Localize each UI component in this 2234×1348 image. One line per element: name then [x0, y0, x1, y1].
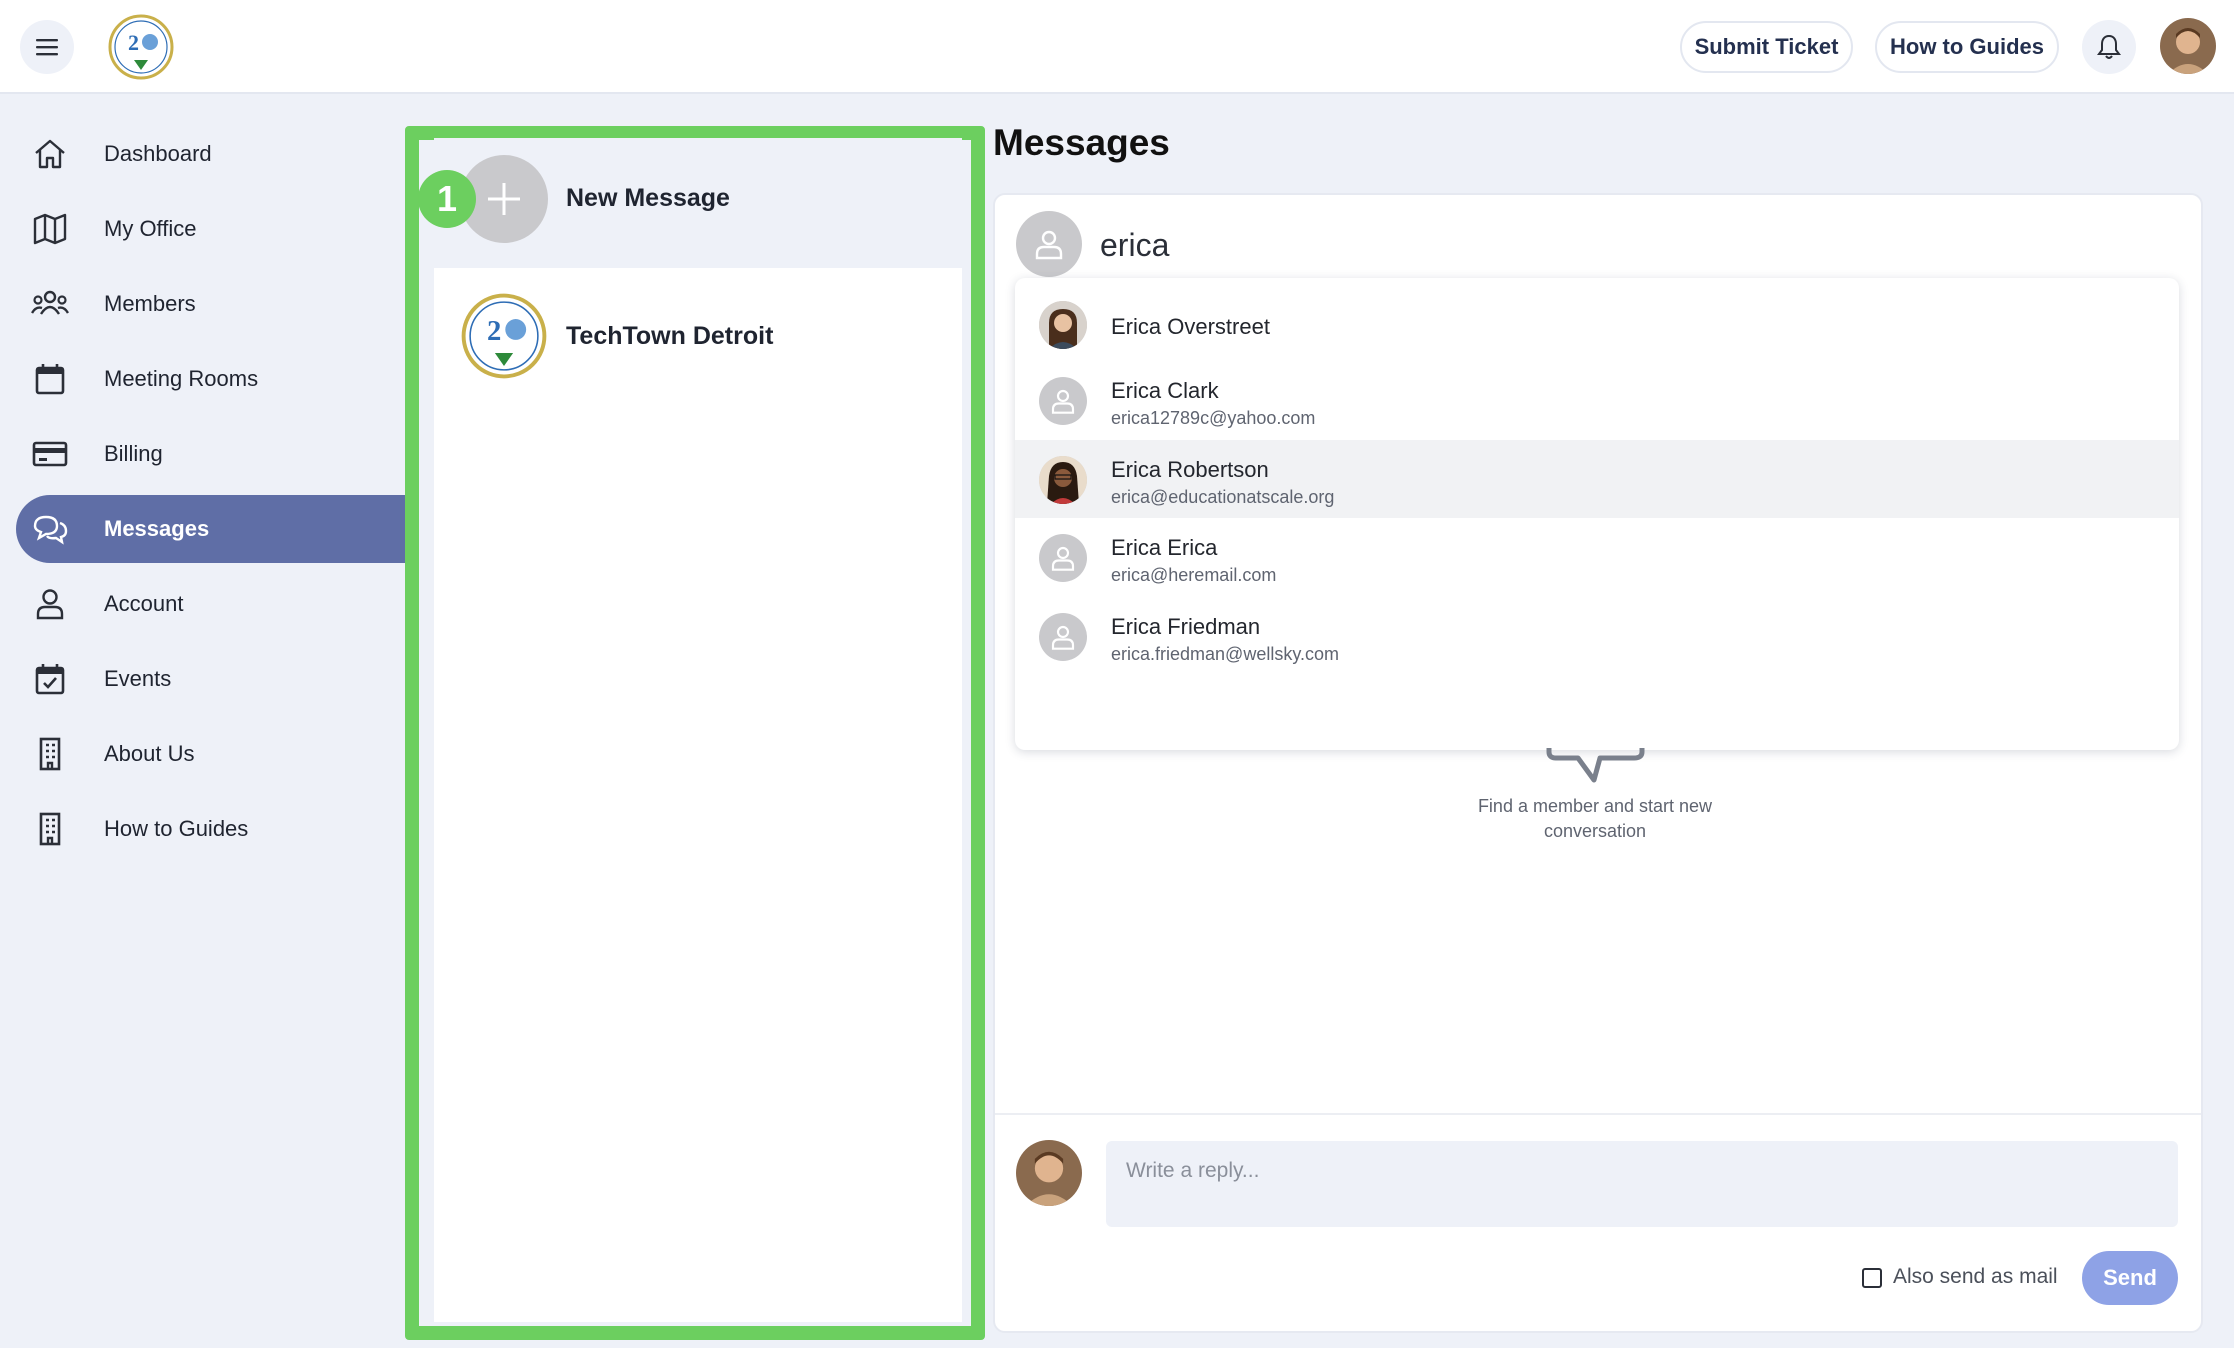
also-send-as-mail-checkbox[interactable] — [1862, 1268, 1882, 1288]
new-message-label[interactable]: New Message — [566, 184, 730, 213]
sidebar-item-label: About Us — [104, 741, 195, 766]
sidebar-item-billing[interactable]: Billing — [16, 420, 420, 488]
avatar — [1039, 301, 1087, 349]
search-result-erica-overstreet[interactable]: Erica Overstreet — [1015, 285, 2179, 363]
sidebar-item-label: Messages — [104, 516, 210, 541]
hamburger-menu-icon[interactable] — [20, 20, 74, 74]
sidebar-item-label: How to Guides — [104, 816, 249, 841]
sidebar-item-account[interactable]: Account — [16, 570, 420, 638]
sidebar-item-about-us[interactable]: About Us — [16, 720, 420, 788]
techtown-logo-icon[interactable]: 2 — [461, 293, 547, 379]
result-name: Erica Overstreet — [1111, 314, 1270, 339]
credit-card-icon — [30, 434, 70, 474]
calendar-icon — [30, 359, 70, 399]
sidebar-item-label: Account — [104, 591, 184, 616]
result-name: Erica Clark — [1111, 378, 1219, 403]
current-user-avatar — [1016, 1140, 1082, 1206]
bell-icon[interactable] — [2082, 20, 2136, 74]
sidebar-item-my-office[interactable]: My Office — [16, 195, 420, 263]
user-avatar[interactable] — [2160, 18, 2216, 74]
building-icon — [30, 809, 70, 849]
result-name: Erica Erica — [1111, 535, 1218, 560]
search-result-erica-erica[interactable]: Erica Erica erica@heremail.com — [1015, 518, 2179, 596]
sidebar-item-label: Meeting Rooms — [104, 366, 259, 391]
building-icon — [30, 734, 70, 774]
map-icon — [30, 209, 70, 249]
recipient-avatar-icon — [1016, 211, 1082, 277]
sidebar-item-events[interactable]: Events — [16, 645, 420, 713]
result-name: Erica Robertson — [1111, 457, 1269, 482]
svg-text:2: 2 — [128, 30, 139, 55]
also-send-as-mail-label[interactable]: Also send as mail — [1893, 1265, 2058, 1289]
sidebar-item-meeting-rooms[interactable]: Meeting Rooms — [16, 345, 420, 413]
submit-ticket-button[interactable]: Submit Ticket — [1680, 21, 1853, 73]
sidebar-item-label: Billing — [104, 441, 163, 466]
default-user-icon — [1039, 377, 1087, 425]
empty-state-text: Find a member and start new conversation — [1477, 796, 1713, 841]
svg-text:2: 2 — [487, 315, 501, 347]
result-email: erica.friedman@wellsky.com — [1111, 644, 1339, 664]
result-email: erica@heremail.com — [1111, 565, 1277, 585]
conversation-list — [434, 268, 962, 1322]
sidebar-item-messages[interactable]: Messages — [16, 495, 420, 563]
default-user-icon — [1039, 613, 1087, 661]
sidebar-item-dashboard[interactable]: Dashboard — [16, 120, 420, 188]
reply-input[interactable] — [1106, 1141, 2178, 1227]
send-button[interactable]: Send — [2082, 1251, 2178, 1305]
conversation-item-techtown-detroit[interactable]: TechTown Detroit — [566, 322, 773, 351]
logo[interactable]: 2 — [108, 14, 174, 80]
sidebar-item-members[interactable]: Members — [16, 270, 420, 338]
how-to-guides-button[interactable]: How to Guides — [1875, 21, 2059, 73]
result-email: erica12789c@yahoo.com — [1111, 408, 1316, 428]
chat-icon — [30, 509, 70, 549]
divider — [995, 1113, 2201, 1115]
search-result-erica-robertson[interactable]: Erica Robertson erica@educationatscale.o… — [1015, 440, 2179, 518]
search-result-erica-friedman[interactable]: Erica Friedman erica.friedman@wellsky.co… — [1015, 597, 2179, 675]
recipient-search-input[interactable] — [1100, 220, 1400, 270]
calendar-check-icon — [30, 659, 70, 699]
members-icon — [30, 284, 70, 324]
user-icon — [30, 584, 70, 624]
page-title: Messages — [993, 122, 1170, 163]
sidebar-item-label: My Office — [104, 216, 197, 241]
result-name: Erica Friedman — [1111, 614, 1261, 639]
sidebar-item-label: Members — [104, 291, 196, 316]
chat-bubble-icon — [1546, 748, 1646, 784]
step-badge-1: 1 — [418, 170, 476, 228]
avatar — [1039, 456, 1087, 504]
sidebar-item-label: Events — [104, 666, 172, 691]
result-email: erica@educationatscale.org — [1111, 487, 1335, 507]
home-icon — [30, 134, 70, 174]
search-result-erica-clark[interactable]: Erica Clark erica12789c@yahoo.com — [1015, 361, 2179, 439]
default-user-icon — [1039, 534, 1087, 582]
top-bar: 2 Submit Ticket How to Guides — [0, 0, 2234, 94]
sidebar-item-label: Dashboard — [104, 141, 212, 166]
sidebar-item-how-to-guides[interactable]: How to Guides — [16, 795, 420, 863]
